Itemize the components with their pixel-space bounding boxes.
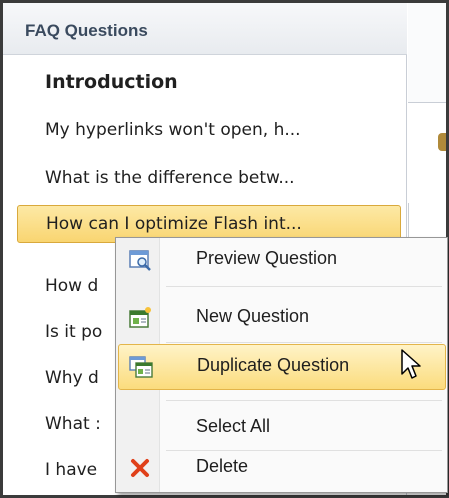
list-item[interactable]: My hyperlinks won't open, h... xyxy=(17,111,401,149)
menu-separator xyxy=(166,342,442,343)
menu-item-delete[interactable]: Delete xyxy=(118,446,446,492)
mouse-pointer-icon xyxy=(400,348,424,382)
delete-x-icon xyxy=(128,456,152,480)
context-menu: Preview Question New Question Duplicate … xyxy=(115,237,448,493)
menu-item-label: New Question xyxy=(196,306,310,326)
menu-item-label: Duplicate Question xyxy=(197,355,350,375)
content-pane-marker xyxy=(438,133,446,151)
panel-title: FAQ Questions xyxy=(25,21,148,40)
menu-item-label: Select All xyxy=(196,416,271,436)
menu-item-select-all[interactable]: Select All xyxy=(118,400,446,446)
duplicate-question-icon xyxy=(129,355,153,379)
preview-question-icon xyxy=(128,248,152,272)
list-item-introduction[interactable]: Introduction xyxy=(17,63,401,101)
new-question-icon xyxy=(128,306,152,330)
panel-header: FAQ Questions xyxy=(3,3,407,55)
menu-item-duplicate-question[interactable]: Duplicate Question xyxy=(118,344,446,390)
menu-item-label: Delete xyxy=(196,456,249,476)
list-item[interactable]: What is the difference betw... xyxy=(17,159,401,197)
content-pane-header xyxy=(408,3,446,103)
menu-item-preview-question[interactable]: Preview Question xyxy=(118,238,446,284)
menu-item-new-question[interactable]: New Question xyxy=(118,296,446,342)
menu-item-label: Preview Question xyxy=(196,248,338,268)
menu-separator xyxy=(166,286,442,287)
